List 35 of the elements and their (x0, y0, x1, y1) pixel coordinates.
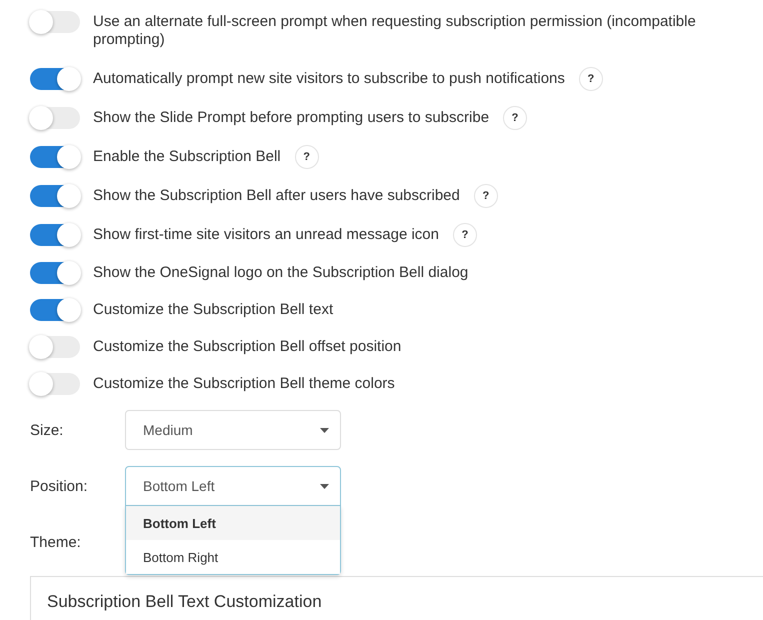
setting-label: Use an alternate full-screen prompt when requesting subscription permission (incompatible prompting) (93, 12, 697, 49)
field-label: Position: (30, 478, 89, 494)
help-button[interactable]: ? (503, 106, 528, 130)
toggle-switch[interactable] (30, 224, 80, 246)
toggle-switch[interactable] (30, 146, 80, 168)
toggle-switch[interactable] (30, 68, 80, 90)
toggle-switch[interactable] (30, 373, 80, 395)
setting-label: Automatically prompt new site visitors to subscribe to push notifications (93, 69, 565, 88)
toggle-switch[interactable] (30, 336, 80, 358)
menu-option[interactable]: Bottom Right (126, 540, 340, 574)
select-field[interactable]: Medium (125, 410, 341, 450)
toggle-switch[interactable] (30, 11, 80, 33)
field-label: Size: (30, 422, 64, 438)
field-label: Theme: (30, 534, 82, 550)
toggle-switch[interactable] (30, 185, 80, 207)
menu-option[interactable]: Bottom Left (126, 506, 340, 540)
setting-label: Customize the Subscription Bell text (93, 300, 334, 319)
setting-label: Show first-time site visitors an unread message icon (93, 225, 439, 244)
setting-label: Customize the Subscription Bell theme colors (93, 374, 395, 393)
select-field[interactable]: Bottom Left (125, 466, 341, 506)
setting-label: Show the OneSignal logo on the Subscription Bell dialog (93, 263, 468, 282)
caret-icon (320, 428, 329, 432)
setting-label: Enable the Subscription Bell (93, 147, 281, 166)
setting-label: Show the Subscription Bell after users have subscribed (93, 186, 460, 205)
panel-title: Subscription Bell Text Customization (47, 592, 322, 611)
help-button[interactable]: ? (294, 145, 319, 169)
help-button[interactable]: ? (578, 67, 603, 91)
toggle-switch[interactable] (30, 262, 80, 284)
setting-label: Show the Slide Prompt before prompting users to subscribe (93, 108, 490, 127)
toggle-switch[interactable] (30, 299, 80, 321)
help-button[interactable]: ? (474, 184, 498, 208)
caret-icon (320, 484, 329, 488)
toggle-switch[interactable] (30, 107, 80, 129)
help-button[interactable]: ? (452, 223, 477, 247)
setting-label: Customize the Subscription Bell offset position (93, 337, 402, 356)
